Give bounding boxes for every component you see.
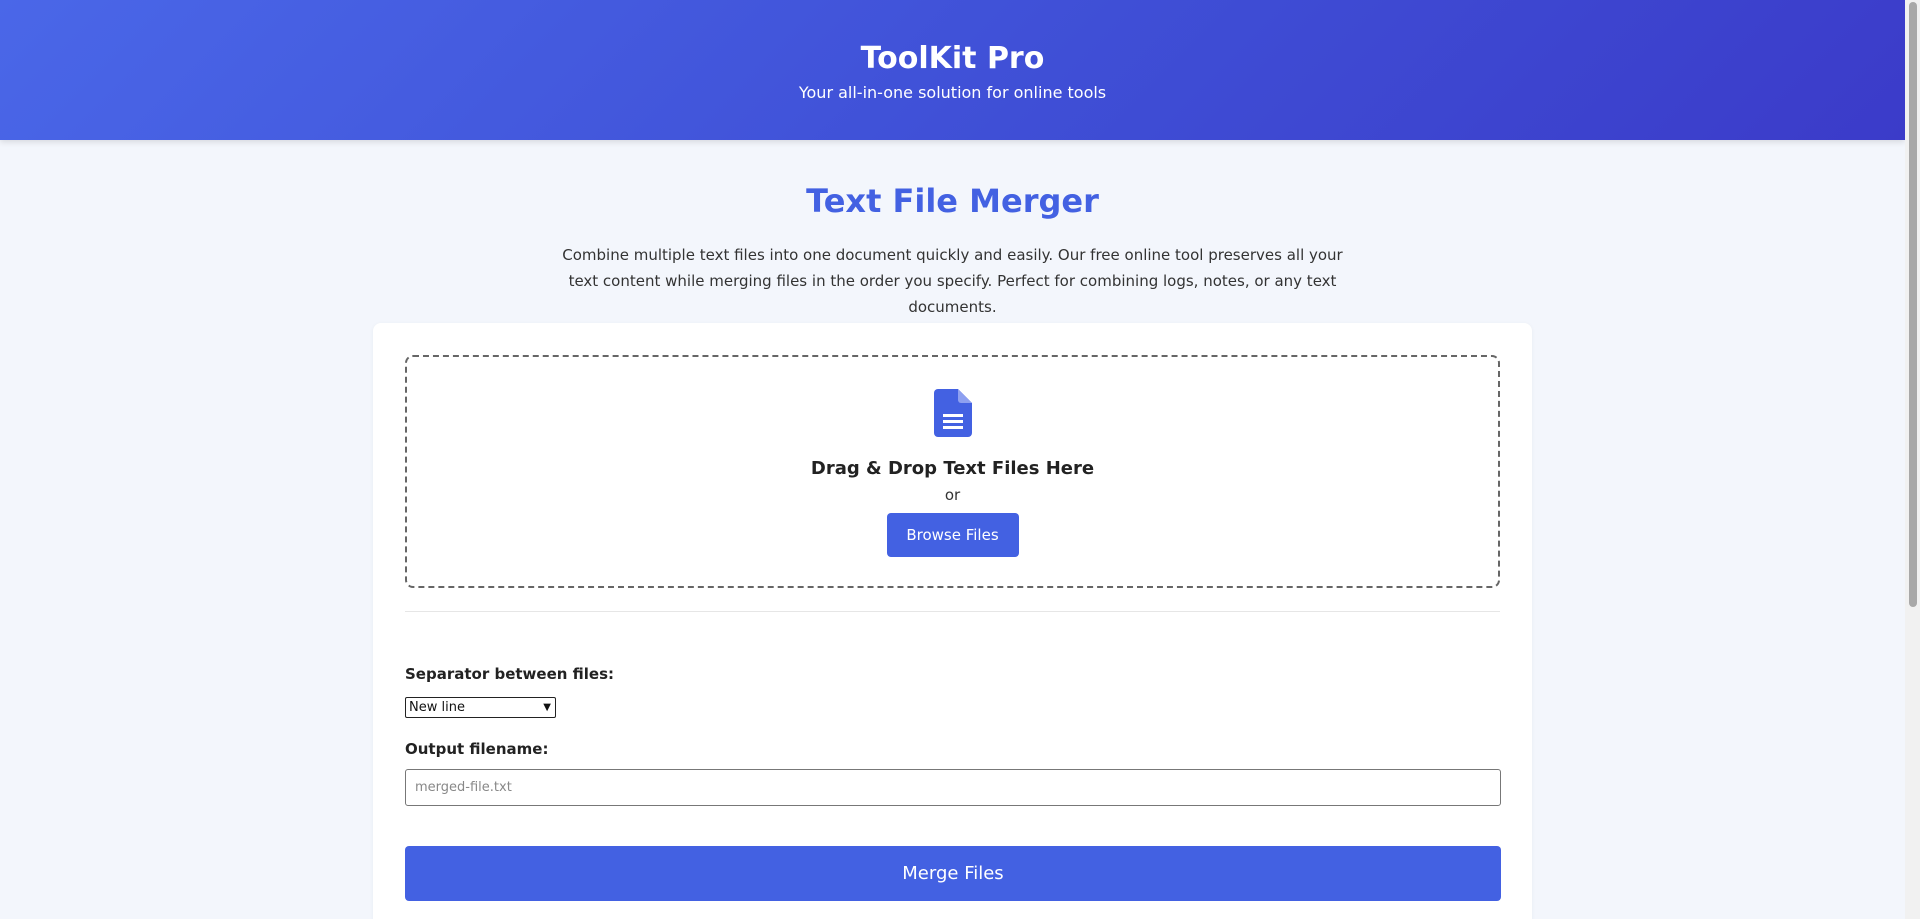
site-header: ToolKit Pro Your all-in-one solution for… — [0, 0, 1905, 140]
file-text-icon — [933, 389, 972, 437]
separator-label: Separator between files: — [405, 665, 614, 683]
divider — [405, 611, 1500, 612]
file-dropzone[interactable]: Drag & Drop Text Files Here or Browse Fi… — [405, 355, 1500, 588]
browse-files-button[interactable]: Browse Files — [886, 513, 1019, 557]
merge-files-button[interactable]: Merge Files — [405, 846, 1501, 901]
dropzone-or: or — [944, 486, 961, 504]
separator-select[interactable]: New line ▼ — [405, 697, 556, 718]
dropzone-heading: Drag & Drop Text Files Here — [810, 458, 1095, 479]
site-subtitle: Your all-in-one solution for online tool… — [798, 83, 1107, 102]
output-filename-label: Output filename: — [405, 740, 549, 758]
output-filename-input[interactable] — [405, 769, 1501, 806]
scrollbar[interactable] — [1905, 0, 1920, 919]
tool-description: Combine multiple text files into one doc… — [562, 246, 1343, 316]
page: ToolKit Pro Your all-in-one solution for… — [0, 0, 1905, 919]
separator-selected-value: New line — [409, 700, 465, 715]
merger-card: Drag & Drop Text Files Here or Browse Fi… — [373, 323, 1532, 919]
scrollbar-thumb[interactable] — [1909, 2, 1917, 607]
page-title: Text File Merger — [806, 182, 1099, 220]
chevron-down-icon: ▼ — [543, 702, 551, 713]
site-title: ToolKit Pro — [860, 41, 1045, 76]
